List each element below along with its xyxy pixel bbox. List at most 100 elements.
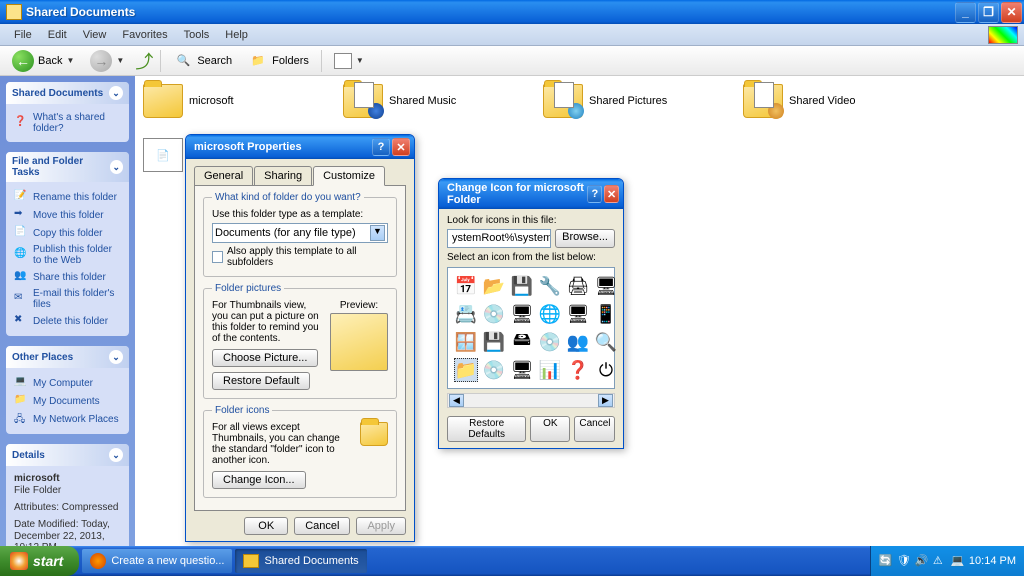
icon-option[interactable]: 👥 (566, 330, 590, 354)
task-share[interactable]: 👥Share this folder (14, 268, 121, 286)
task-copy[interactable]: 📄Copy this folder (14, 224, 121, 242)
place-my-computer[interactable]: 💻My Computer (14, 374, 121, 392)
path-input[interactable]: ystemRoot%\system32\SHELL32.dll (447, 229, 551, 248)
icon-option[interactable]: 🖥 (594, 274, 618, 298)
whats-shared-link[interactable]: ❓What's a shared folder? (14, 110, 121, 136)
maximize-button[interactable]: ❐ (978, 2, 999, 23)
icon-option[interactable]: 🖥 (510, 358, 534, 382)
icon-option[interactable]: 🪟 (454, 330, 478, 354)
restore-default-button[interactable]: Restore Default (212, 372, 310, 390)
apply-button[interactable]: Apply (356, 517, 406, 535)
icon-option[interactable]: 💿 (538, 330, 562, 354)
tab-customize[interactable]: Customize (313, 166, 385, 186)
folder-shared-music[interactable]: Shared Music (343, 84, 503, 118)
tab-general[interactable]: General (194, 166, 253, 186)
collapse-icon[interactable]: ⌄ (110, 160, 123, 174)
cancel-button[interactable]: Cancel (574, 416, 615, 442)
icon-option[interactable]: 📅 (454, 274, 478, 298)
menu-file[interactable]: File (6, 27, 40, 43)
folders-label: Folders (272, 55, 309, 67)
icon-option[interactable]: 📊 (538, 358, 562, 382)
menu-favorites[interactable]: Favorites (114, 27, 175, 43)
icon-option[interactable]: 🔧 (538, 274, 562, 298)
clock[interactable]: 10:14 PM (969, 555, 1016, 567)
menu-help[interactable]: Help (217, 27, 256, 43)
dropdown-icon: ▼ (370, 225, 385, 241)
forward-button[interactable]: → ▼ (84, 48, 130, 74)
help-button[interactable]: ? (587, 185, 602, 203)
tray-icon[interactable]: 💻 (951, 554, 965, 568)
scrollbar-horizontal[interactable]: ◀ ▶ (447, 393, 615, 408)
icon-option[interactable]: 🔍 (594, 330, 618, 354)
icon-option[interactable]: 📂 (482, 274, 506, 298)
apply-subfolders-checkbox[interactable]: Also apply this template to all subfolde… (212, 246, 388, 268)
ok-button[interactable]: OK (244, 517, 288, 535)
tray-icon[interactable]: 🔊 (915, 554, 929, 568)
place-network[interactable]: 🖧My Network Places (14, 410, 121, 428)
scroll-right-icon[interactable]: ▶ (598, 394, 613, 407)
template-label: Use this folder type as a template: (212, 209, 388, 220)
collapse-icon[interactable]: ⌄ (109, 448, 123, 462)
task-shared-documents[interactable]: Shared Documents (235, 549, 366, 573)
change-icon-button[interactable]: Change Icon... (212, 471, 306, 489)
tray-icon[interactable]: 🛡 (897, 554, 911, 568)
tray-icon[interactable]: ⚠ (933, 554, 947, 568)
preview-label: Preview: (330, 300, 388, 311)
folder-icon (743, 84, 783, 118)
icon-option[interactable]: 💾 (482, 330, 506, 354)
cancel-button[interactable]: Cancel (294, 517, 350, 535)
minimize-button[interactable]: _ (955, 2, 976, 23)
icon-option[interactable]: 💾 (510, 274, 534, 298)
collapse-icon[interactable]: ⌄ (109, 350, 123, 364)
start-button[interactable]: start (0, 546, 79, 576)
icon-option[interactable]: 🖴 (510, 330, 534, 354)
up-button[interactable]: ⤴ (134, 51, 154, 71)
tray-icon[interactable]: 🔄 (879, 554, 893, 568)
group-legend: Folder icons (212, 405, 272, 416)
icon-option[interactable]: 💿 (482, 302, 506, 326)
task-firefox[interactable]: Create a new questio... (82, 549, 232, 573)
task-publish[interactable]: 🌐Publish this folder to the Web (14, 242, 121, 268)
search-button[interactable]: 🔍 Search (167, 49, 238, 73)
menu-view[interactable]: View (75, 27, 115, 43)
menu-tools[interactable]: Tools (176, 27, 218, 43)
browse-button[interactable]: Browse... (555, 229, 615, 248)
back-button[interactable]: ← Back ▼ (6, 48, 80, 74)
tab-sharing[interactable]: Sharing (254, 166, 312, 186)
icon-option[interactable]: 🖥 (566, 302, 590, 326)
icon-option[interactable]: 💿 (482, 358, 506, 382)
task-move[interactable]: ➡Move this folder (14, 206, 121, 224)
views-button[interactable]: ▼ (328, 51, 370, 71)
task-rename[interactable]: 📝Rename this folder (14, 188, 121, 206)
start-label: start (33, 553, 63, 569)
icon-option[interactable]: 🖨 (566, 274, 590, 298)
icon-option[interactable]: 🌐 (538, 302, 562, 326)
help-button[interactable]: ? (372, 138, 390, 156)
choose-picture-button[interactable]: Choose Picture... (212, 349, 318, 367)
folder-shared-pictures[interactable]: Shared Pictures (543, 84, 703, 118)
template-select[interactable]: Documents (for any file type) ▼ (212, 223, 388, 243)
group-legend: Folder pictures (212, 283, 284, 294)
icon-option[interactable]: 🖥 (510, 302, 534, 326)
task-delete[interactable]: ✖Delete this folder (14, 312, 121, 330)
close-button[interactable]: ✕ (1001, 2, 1022, 23)
panel-shared-documents: Shared Documents⌄ ❓What's a shared folde… (6, 82, 129, 142)
icon-option[interactable]: 📱 (594, 302, 618, 326)
restore-defaults-button[interactable]: Restore Defaults (447, 416, 526, 442)
folders-button[interactable]: 📁 Folders (242, 49, 315, 73)
close-button[interactable]: ✕ (392, 138, 410, 156)
task-email[interactable]: ✉E-mail this folder's files (14, 286, 121, 312)
scroll-left-icon[interactable]: ◀ (449, 394, 464, 407)
place-my-documents[interactable]: 📁My Documents (14, 392, 121, 410)
collapse-icon[interactable]: ⌄ (109, 86, 123, 100)
icon-option-selected[interactable]: 📁 (454, 358, 478, 382)
folder-shared-video[interactable]: Shared Video (743, 84, 903, 118)
close-button[interactable]: ✕ (604, 185, 619, 203)
icon-option[interactable]: ❓ (566, 358, 590, 382)
icon-option[interactable]: ⏻ (594, 358, 618, 382)
system-tray[interactable]: 🔄 🛡 🔊 ⚠ 💻 10:14 PM (870, 546, 1024, 576)
folder-microsoft[interactable]: microsoft (143, 84, 303, 118)
icon-option[interactable]: 📇 (454, 302, 478, 326)
ok-button[interactable]: OK (530, 416, 570, 442)
menu-edit[interactable]: Edit (40, 27, 75, 43)
